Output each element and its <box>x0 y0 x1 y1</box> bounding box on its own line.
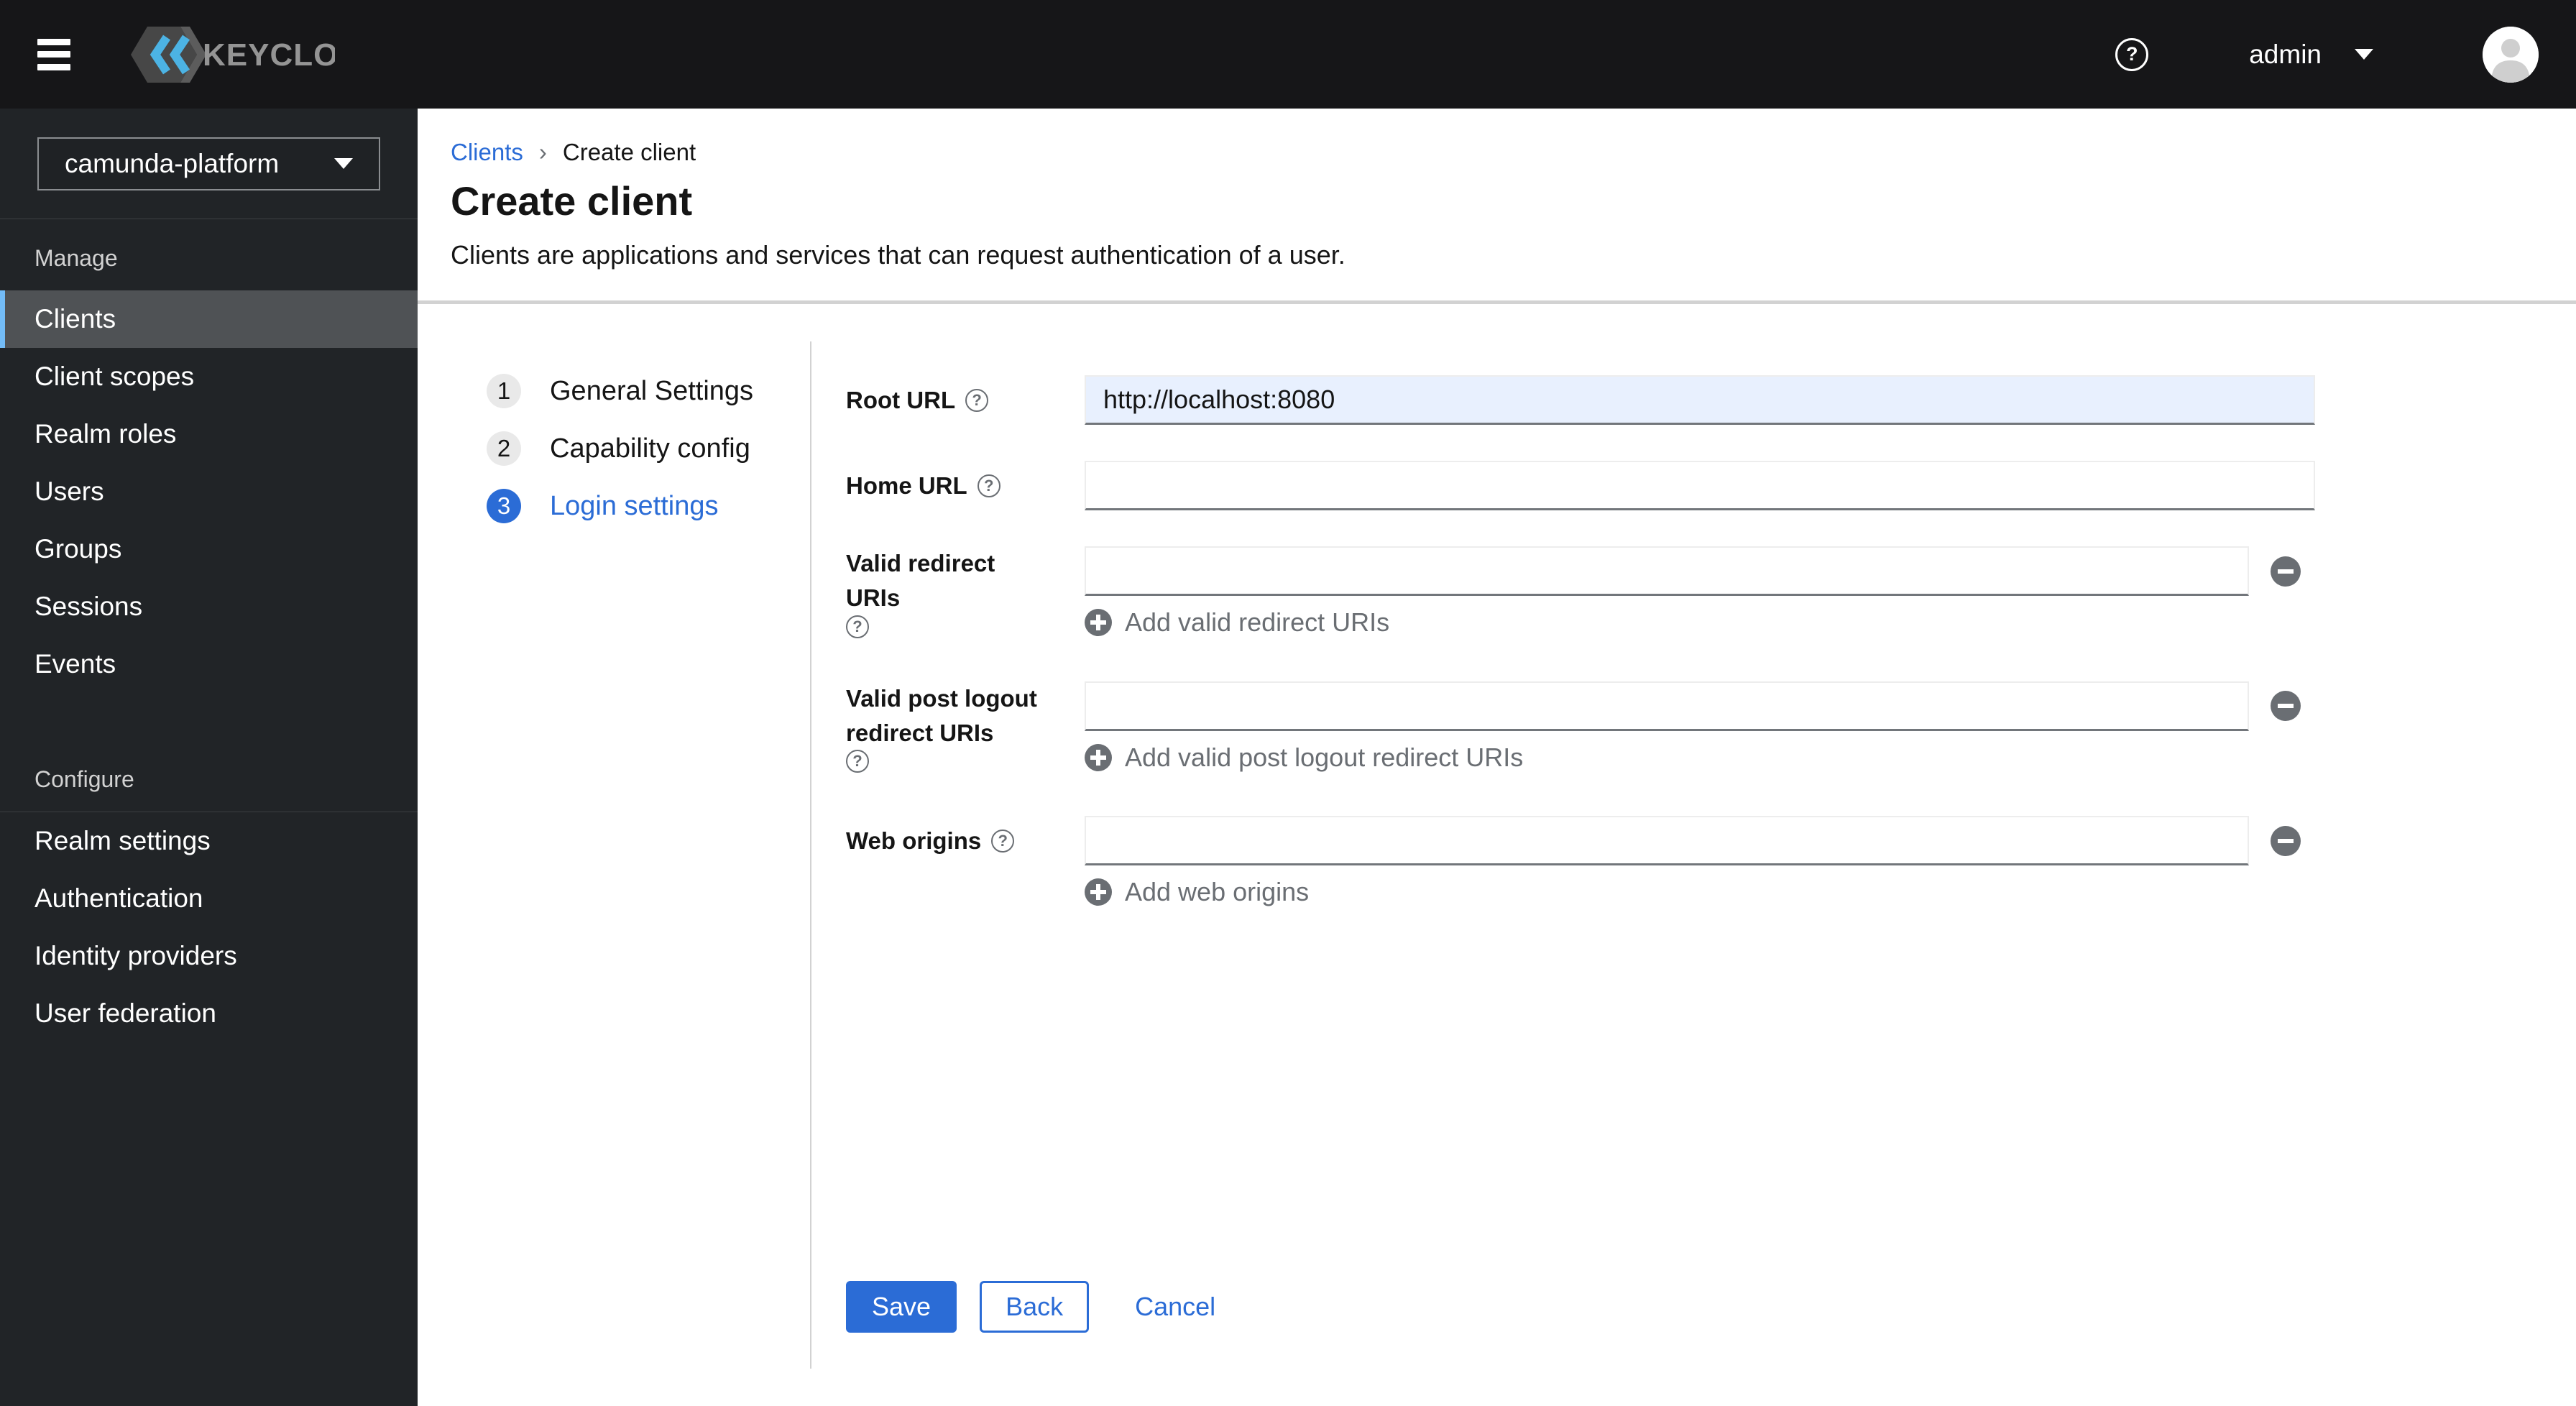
page-title: Create client <box>451 178 693 224</box>
question-circle-icon[interactable]: ? <box>965 388 989 412</box>
avatar[interactable] <box>2483 26 2539 83</box>
nav-group-label: Manage <box>34 245 118 271</box>
add-link-label: Add web origins <box>1125 877 1310 907</box>
wizard-divider <box>810 341 811 1369</box>
add-link-label: Add valid post logout redirect URIs <box>1125 742 1524 772</box>
question-circle-icon[interactable]: ? <box>977 474 1000 497</box>
form-actions: Save Back Cancel <box>846 1281 2576 1333</box>
sidebar-item-authentication[interactable]: Authentication <box>0 870 418 927</box>
question-circle-icon[interactable]: ? <box>991 829 1015 853</box>
field-label-text: Home URL <box>846 472 967 499</box>
sidebar-item-realm-settings[interactable]: Realm settings <box>0 812 418 870</box>
field-label-text: Web origins <box>846 827 982 854</box>
field-label: Home URL ? <box>846 461 1062 510</box>
field-label-text: Root URL <box>846 386 956 413</box>
step-number: 1 <box>487 374 521 408</box>
sidebar-item-user-federation[interactable]: User federation <box>0 985 418 1042</box>
keycloak-hexagon-icon: KEYCLOAK <box>131 26 335 83</box>
wizard-step-general-settings[interactable]: 1 General Settings <box>487 374 753 408</box>
brand-text: KEYCLOAK <box>203 37 335 73</box>
main-content: Clients › Create client Create client Cl… <box>418 109 2576 1406</box>
add-valid-post-logout-redirect-uri-button[interactable]: Add valid post logout redirect URIs <box>1085 743 2301 773</box>
cancel-button[interactable]: Cancel <box>1135 1281 1215 1333</box>
sidebar-item-users[interactable]: Users <box>0 463 418 520</box>
breadcrumb-current: Create client <box>562 139 696 165</box>
page-header: Clients › Create client Create client Cl… <box>418 109 2576 304</box>
realm-selector-area: camunda-platform <box>0 109 418 219</box>
sidebar: camunda-platform Manage Clients Client s… <box>0 109 418 1406</box>
field-home-url: Home URL ? <box>846 461 2576 510</box>
keycloak-logo: KEYCLOAK <box>112 20 335 89</box>
user-menu-dropdown[interactable]: admin <box>2249 40 2373 70</box>
masthead: KEYCLOAK ? admin <box>0 0 2576 109</box>
field-label: Valid post logout redirect URIs ? <box>846 681 1062 773</box>
field-root-url: Root URL ? <box>846 375 2576 425</box>
sidebar-item-sessions[interactable]: Sessions <box>0 578 418 635</box>
realm-selector[interactable]: camunda-platform <box>37 137 380 190</box>
field-label-text: Valid post logout redirect URIs <box>846 684 1037 746</box>
step-number: 3 <box>487 489 521 523</box>
add-link-label: Add valid redirect URIs <box>1125 607 1390 637</box>
back-button[interactable]: Back <box>980 1281 1090 1333</box>
hamburger-menu-icon[interactable] <box>37 38 70 70</box>
breadcrumb-clients-link[interactable]: Clients <box>451 139 523 166</box>
question-circle-icon[interactable]: ? <box>846 750 869 773</box>
sidebar-item-realm-roles[interactable]: Realm roles <box>0 405 418 463</box>
avatar-person-icon <box>2483 26 2539 83</box>
minus-icon[interactable] <box>2271 691 2301 722</box>
breadcrumb: Clients › Create client <box>451 139 696 166</box>
plus-icon <box>1085 609 1112 636</box>
sidebar-item-client-scopes[interactable]: Client scopes <box>0 348 418 405</box>
wizard-step-capability-config[interactable]: 2 Capability config <box>487 431 753 466</box>
nav-group-label: Configure <box>34 766 134 792</box>
field-valid-post-logout-redirect-uris: Valid post logout redirect URIs ? Add va… <box>846 681 2576 773</box>
realm-name: camunda-platform <box>65 148 280 178</box>
caret-down-icon <box>334 158 353 169</box>
field-label: Valid redirect URIs ? <box>846 546 1062 638</box>
wizard-nav: 1 General Settings 2 Capability config 3… <box>487 374 753 523</box>
step-number: 2 <box>487 431 521 466</box>
sidebar-item-clients[interactable]: Clients <box>0 290 418 348</box>
sidebar-item-identity-providers[interactable]: Identity providers <box>0 927 418 985</box>
nav-group-manage: Manage Clients Client scopes Realm roles… <box>0 219 418 693</box>
sidebar-item-groups[interactable]: Groups <box>0 520 418 578</box>
plus-icon <box>1085 878 1112 906</box>
field-label-text: Valid redirect URIs <box>846 550 995 611</box>
page-subtitle: Clients are applications and services th… <box>451 240 1346 270</box>
home-url-input[interactable] <box>1085 461 2315 510</box>
valid-redirect-uri-input[interactable] <box>1085 546 2249 596</box>
save-button[interactable]: Save <box>846 1281 957 1333</box>
help-icon[interactable]: ? <box>2115 37 2149 71</box>
question-circle-icon[interactable]: ? <box>846 615 869 638</box>
step-label: Login settings <box>550 490 719 521</box>
sidebar-item-events[interactable]: Events <box>0 635 418 693</box>
add-web-origins-button[interactable]: Add web origins <box>1085 877 2301 907</box>
add-valid-redirect-uri-button[interactable]: Add valid redirect URIs <box>1085 607 2301 638</box>
valid-post-logout-redirect-uri-input[interactable] <box>1085 681 2249 731</box>
field-web-origins: Web origins ? Add web origins <box>846 816 2576 907</box>
root-url-input[interactable] <box>1085 375 2315 425</box>
nav-group-configure: Configure Realm settings Authentication … <box>0 740 418 1042</box>
plus-icon <box>1085 743 1112 771</box>
caret-down-icon <box>2355 49 2373 60</box>
step-label: General Settings <box>550 375 754 406</box>
breadcrumb-chevron-icon: › <box>538 139 547 165</box>
web-origins-input[interactable] <box>1085 816 2249 866</box>
field-label: Web origins ? <box>846 816 1062 865</box>
wizard-step-login-settings[interactable]: 3 Login settings <box>487 489 753 523</box>
field-label: Root URL ? <box>846 375 1062 425</box>
user-name: admin <box>2249 39 2322 69</box>
field-valid-redirect-uris: Valid redirect URIs ? Add valid redirect… <box>846 546 2576 638</box>
login-settings-form: Root URL ? Home URL ? <box>846 375 2576 1333</box>
step-label: Capability config <box>550 433 750 464</box>
minus-icon[interactable] <box>2271 825 2301 856</box>
minus-icon[interactable] <box>2271 556 2301 587</box>
header-divider <box>418 300 2576 304</box>
